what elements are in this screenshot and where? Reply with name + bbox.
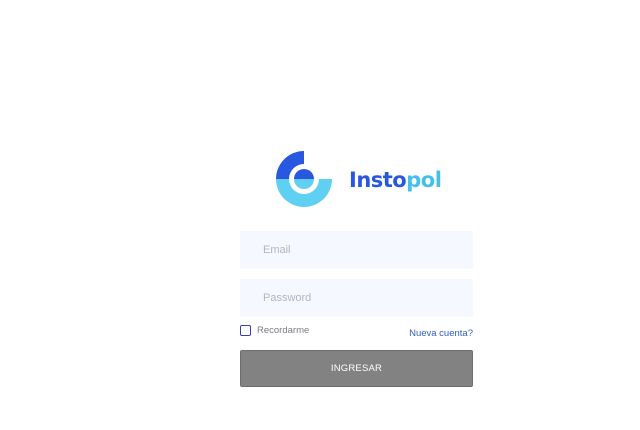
email-field[interactable]: [240, 231, 473, 269]
checkbox-box[interactable]: [240, 325, 251, 336]
instopol-logo-icon: [276, 151, 332, 207]
brand-logo: Instopol: [275, 150, 442, 208]
brand-name-part1: Insto: [349, 168, 407, 192]
login-page: Instopol Recordarme Nueva cuenta? INGRES…: [0, 0, 640, 430]
login-button[interactable]: INGRESAR: [240, 350, 473, 387]
remember-me-checkbox[interactable]: Recordarme: [240, 325, 309, 336]
brand-name-part2: pol: [406, 168, 442, 192]
password-field[interactable]: [240, 279, 473, 317]
brand-name: Instopol: [349, 168, 442, 192]
new-account-link[interactable]: Nueva cuenta?: [409, 328, 473, 339]
remember-me-label: Recordarme: [257, 325, 310, 336]
